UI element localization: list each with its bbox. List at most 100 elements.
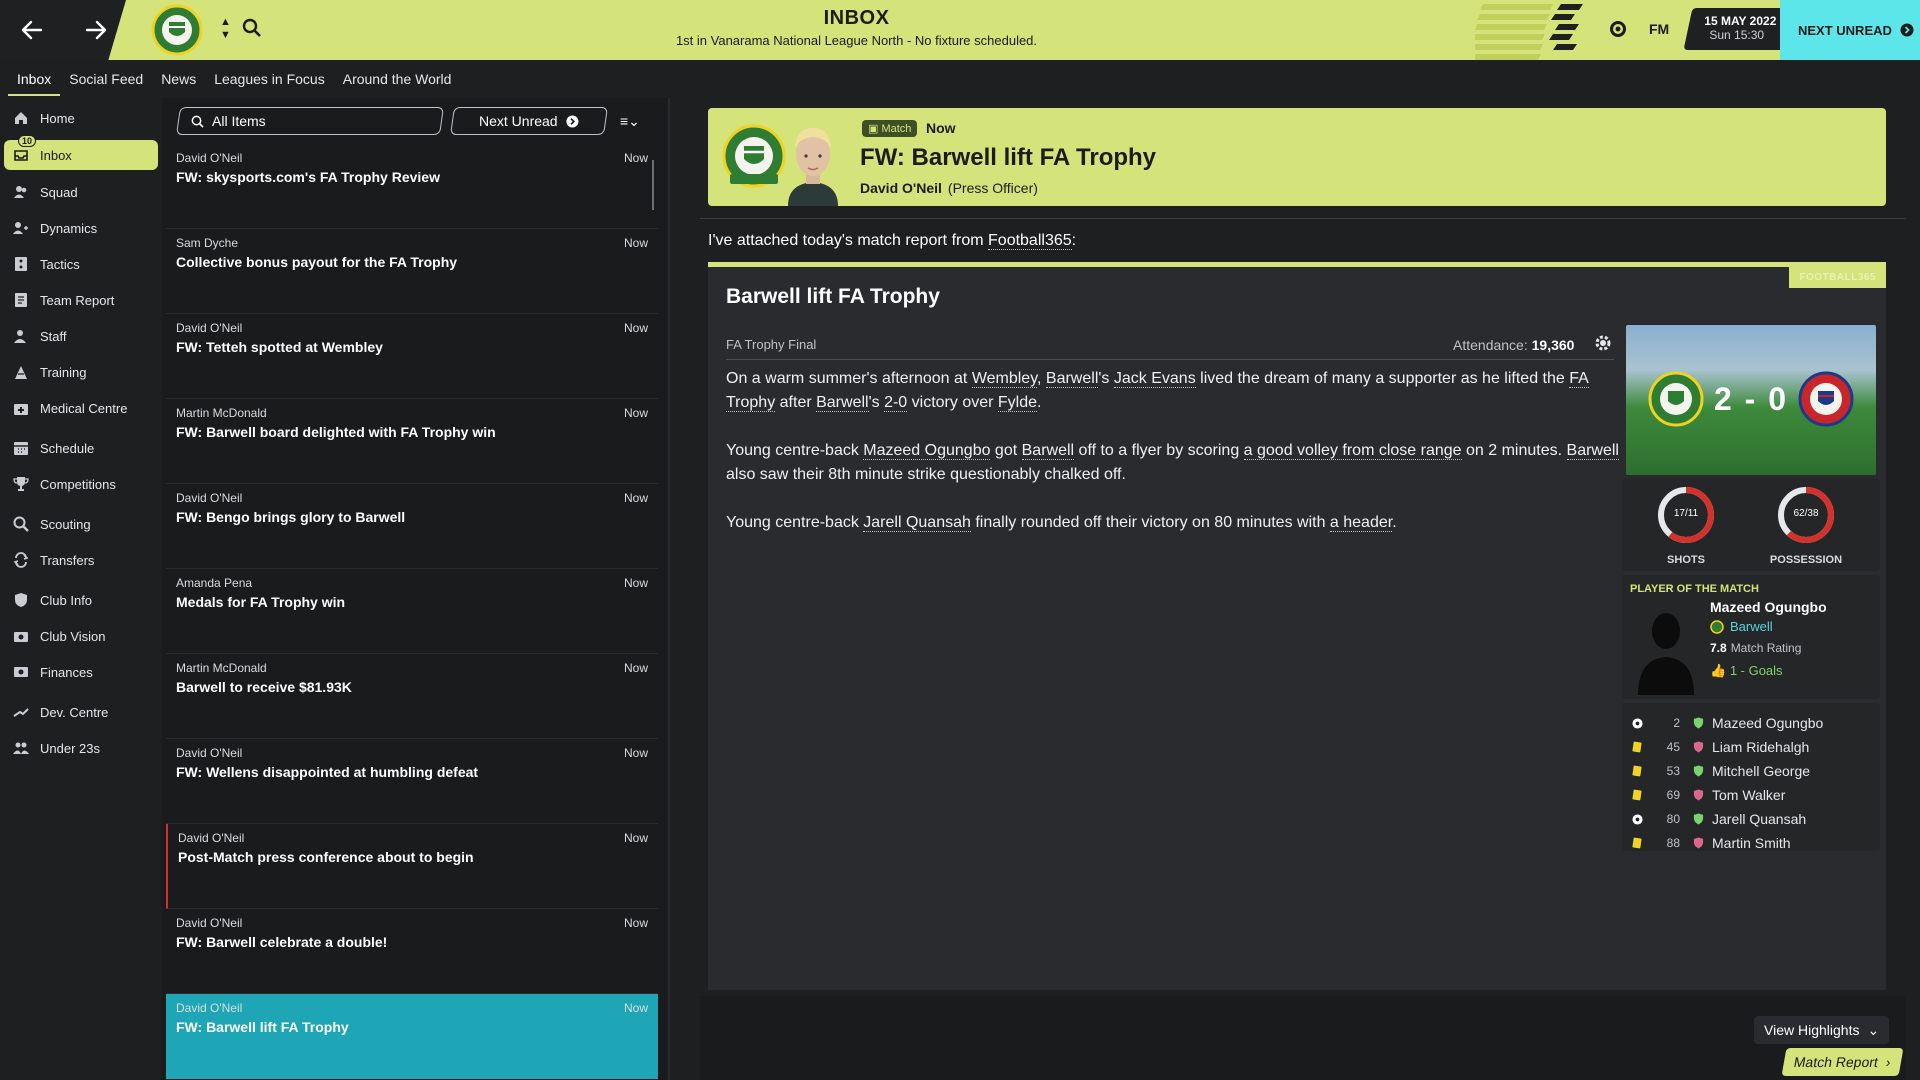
match-event-row[interactable]: 69 Tom Walker (1622, 783, 1880, 807)
sidebar-item-team-report[interactable]: Team Report (0, 282, 162, 318)
tab-inbox[interactable]: Inbox (8, 60, 61, 96)
sidebar-item-under-23s[interactable]: Under 23s (0, 730, 162, 766)
report-link[interactable]: Wembley (971, 370, 1038, 388)
match-tag: ▣ Match (862, 120, 918, 137)
score-panel[interactable]: 2 - 0 (1626, 325, 1876, 475)
message-subject: FW: Bengo brings glory to Barwell (176, 509, 406, 525)
sidebar-item-club-info[interactable]: Club Info (0, 582, 162, 618)
message-list-item[interactable]: Martin McDonald FW: Barwell board delight… (166, 399, 658, 484)
message-list-item[interactable]: David O'Neil FW: Barwell celebrate a doub… (166, 909, 658, 994)
report-link[interactable]: Barwell (816, 394, 869, 412)
report-link[interactable]: Jack Evans (1113, 370, 1196, 388)
stadium-button[interactable] (1594, 334, 1612, 357)
sender-name[interactable]: David O'Neil (860, 180, 942, 196)
report-link[interactable]: Fylde (997, 394, 1038, 412)
match-event-row[interactable]: 2 Mazeed Ogungbo (1622, 711, 1880, 735)
sidebar-item-dynamics[interactable]: Dynamics (0, 210, 162, 246)
match-event-row[interactable]: 53 Mitchell George (1622, 759, 1880, 783)
next-unread-button[interactable]: Next Unread (450, 107, 608, 135)
report-link[interactable]: Mazeed Ogungbo (863, 442, 991, 460)
report-link[interactable]: Jarell Quansah (863, 514, 971, 532)
report-link[interactable]: a good volley from close range (1243, 442, 1462, 460)
report-icon (12, 291, 30, 309)
shield-icon (12, 591, 30, 609)
message-time: Now (623, 151, 648, 165)
sidebar-item-training[interactable]: Training (0, 354, 162, 390)
view-highlights-button[interactable]: View Highlights ⌄ (1754, 1016, 1890, 1044)
report-link[interactable]: Barwell (1045, 370, 1099, 388)
message-list-item[interactable]: David O'Neil FW: skysports.com's FA Troph… (166, 144, 658, 229)
report-text: . (1392, 514, 1397, 531)
message-list-item[interactable]: David O'Neil Post-Match press conference … (166, 824, 658, 909)
report-link[interactable]: Barwell (1021, 442, 1075, 460)
squad-icon (12, 183, 30, 201)
message-list-item[interactable]: Sam Dyche Collective bonus payout for the… (166, 229, 658, 314)
match-event-row[interactable]: 80 Jarell Quansah (1622, 807, 1880, 831)
match-report-button[interactable]: Match Report › (1781, 1048, 1904, 1076)
attendance-value: 19,360 (1531, 337, 1575, 353)
report-text: On a warm summer's afternoon at (726, 370, 972, 387)
sidebar-item-squad[interactable]: Squad (0, 174, 162, 210)
sidebar-item-scouting[interactable]: Scouting (0, 506, 162, 542)
dynamics-icon (12, 219, 30, 237)
sidebar-item-label: Transfers (40, 552, 95, 568)
sidebar-item-staff[interactable]: Staff (0, 318, 162, 354)
sidebar-item-transfers[interactable]: Transfers (0, 542, 162, 578)
sidebar-item-competitions[interactable]: Competitions (0, 466, 162, 502)
message-list-item[interactable]: David O'Neil FW: Bengo brings glory to Ba… (166, 484, 658, 569)
tab-around-the-world[interactable]: Around the World (334, 60, 461, 96)
sidebar-item-finances[interactable]: Finances (0, 654, 162, 690)
report-link[interactable]: a header (1329, 514, 1393, 532)
team-badge-icon (1690, 813, 1706, 825)
match-events: 2 Mazeed Ogungbo 45 Liam Ridehalgh 53 Mitchel… (1622, 703, 1880, 851)
date-display[interactable]: 15 MAY 2022 Sun 15:30 (1683, 8, 1793, 50)
event-type (1622, 837, 1652, 849)
sidebar-item-schedule[interactable]: Schedule (0, 430, 162, 466)
sidebar-item-club-vision[interactable]: Club Vision (0, 618, 162, 654)
next-unread-top-button[interactable]: NEXT UNREAD (1780, 0, 1920, 60)
event-minute: 88 (1666, 836, 1680, 850)
message-list-item[interactable]: Martin McDonald Barwell to receive $81.93… (166, 654, 658, 739)
sidebar-item-dev-centre[interactable]: Dev. Centre (0, 694, 162, 730)
tab-leagues-in-focus[interactable]: Leagues in Focus (205, 60, 334, 96)
possession-stat: 62/38 POSSESSION (1746, 485, 1866, 566)
message-list-item[interactable]: David O'Neil FW: Tetteh spotted at Wemble… (166, 314, 658, 399)
vision-icon (12, 627, 30, 645)
sidebar-item-tactics[interactable]: Tactics (0, 246, 162, 282)
sidebar-item-medical-centre[interactable]: Medical Centre (0, 390, 162, 426)
match-event-row[interactable]: 45 Liam Ridehalgh (1622, 735, 1880, 759)
message-list-item[interactable]: Amanda Pena Medals for FA Trophy win Now (166, 569, 658, 654)
gear-icon (1595, 335, 1611, 351)
scrollbar[interactable] (652, 160, 654, 210)
report-link[interactable]: Barwell (1566, 442, 1619, 460)
sender-portrait (778, 118, 848, 211)
attendance-label: Attendance: (1453, 337, 1528, 353)
message-from: David O'Neil (176, 151, 243, 165)
message-list-item[interactable]: David O'Neil FW: Wellens disappointed at … (166, 739, 658, 824)
player-silhouette (1636, 603, 1696, 700)
player-of-the-match[interactable]: PLAYER OF THE MATCH Mazeed Ogungbo Barwe… (1622, 575, 1880, 699)
training-icon (12, 363, 30, 381)
sort-menu-button[interactable]: ≡⌄ (616, 113, 640, 130)
tab-news[interactable]: News (152, 60, 205, 96)
tab-social-feed[interactable]: Social Feed (60, 60, 152, 96)
staff-icon (12, 327, 30, 345)
message-list-item[interactable]: David O'Neil FW: Barwell lift FA Trophy No… (166, 994, 658, 1079)
sidebar-item-inbox[interactable]: 10 Inbox (4, 135, 158, 170)
competition-name[interactable]: FA Trophy Final (726, 337, 816, 352)
potm-club[interactable]: Barwell (1710, 619, 1773, 634)
team-badge-icon (1690, 741, 1706, 753)
source-link[interactable]: Football365 (988, 232, 1072, 250)
yellow-card-icon (1632, 765, 1642, 777)
report-link[interactable]: 2-0 (884, 394, 908, 412)
report-paragraph: Young centre-back Jarell Quansah finally… (726, 511, 1626, 535)
filter-dropdown[interactable]: All Items (176, 107, 444, 135)
divider (726, 359, 1614, 360)
support-button[interactable] (1608, 19, 1628, 44)
sidebar-item-home[interactable]: Home (0, 100, 162, 136)
event-player: Tom Walker (1712, 787, 1786, 803)
fm-menu-button[interactable]: FM (1649, 21, 1669, 37)
match-event-row[interactable]: 88 Martin Smith (1622, 831, 1880, 855)
shots-stat: 17/11 SHOTS (1626, 485, 1746, 566)
message-from: Martin McDonald (176, 406, 267, 420)
